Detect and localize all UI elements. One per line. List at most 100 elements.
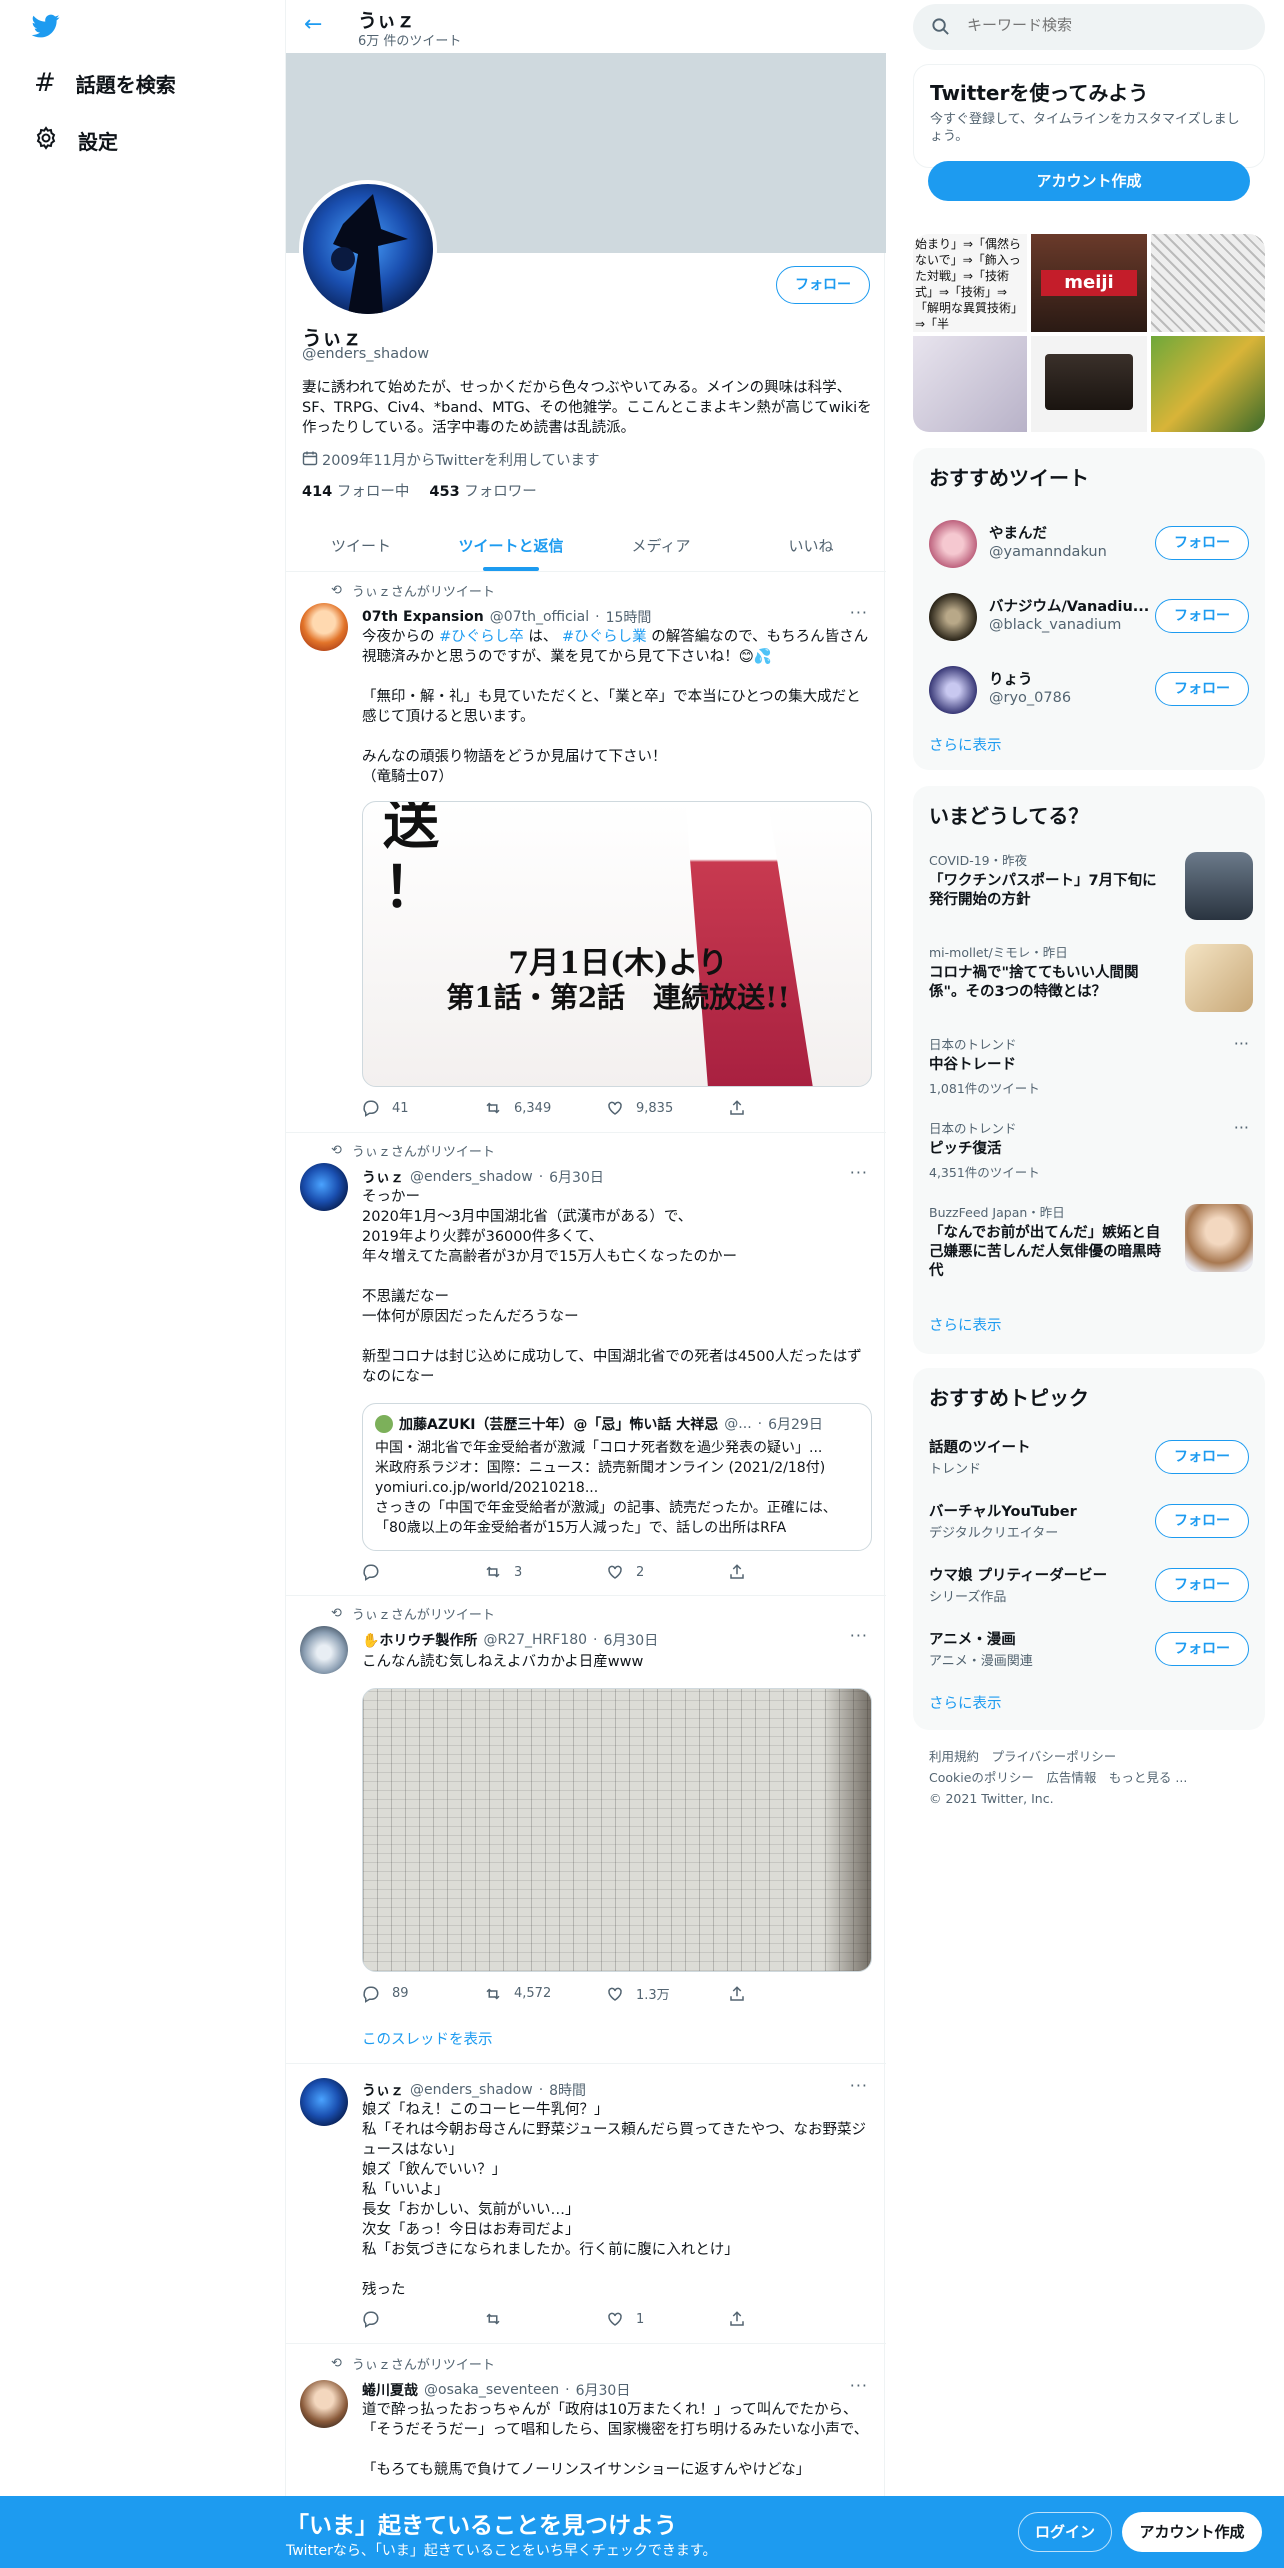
media-thumb[interactable]: meiji — [1031, 234, 1147, 332]
more-icon[interactable]: ··· — [850, 2376, 868, 2395]
trend-item[interactable]: BuzzFeed Japan・昨日 「なんでお前が出てんだ」嫉妬と自己嫌悪に苦し… — [929, 1202, 1253, 1281]
topic-item[interactable]: アニメ・漫画 アニメ・漫画関連 フォロー — [913, 1618, 1265, 1682]
follow-button[interactable]: フォロー — [1155, 1568, 1249, 1602]
search-input[interactable] — [967, 16, 1247, 34]
hashtag-link[interactable]: #ひぐらし卒 — [439, 629, 524, 645]
retweet-button[interactable]: 4,572 — [484, 1984, 606, 2003]
follow-button[interactable]: フォロー — [1155, 1504, 1249, 1538]
topic-item[interactable]: 話題のツイート トレンド フォロー — [913, 1426, 1265, 1490]
recommend-user[interactable]: りょう @ryo_0786 フォロー — [913, 654, 1265, 727]
tab-media[interactable]: メディア — [586, 520, 736, 571]
more-icon[interactable]: ··· — [850, 1163, 868, 1182]
heart-icon — [608, 1101, 622, 1115]
follow-button[interactable]: フォロー — [776, 266, 870, 304]
tweet-image[interactable] — [362, 1688, 872, 1972]
profile-avatar[interactable] — [299, 180, 437, 318]
topic-item[interactable]: バーチャルYouTuber デジタルクリエイター フォロー — [913, 1490, 1265, 1554]
show-more-link[interactable]: さらに表示 — [929, 1314, 1002, 1335]
tweet[interactable]: ⟲ うぃｚさんがリツイート うぃｚ @enders_shadow · 6月30日 ···… — [286, 1133, 886, 1596]
trend-item[interactable]: 日本のトレンド 中谷トレード 1,081件のツイート ··· — [929, 1034, 1249, 1097]
reply-icon — [363, 1564, 379, 1581]
share-button[interactable] — [728, 1984, 850, 2003]
trend-title: ピッチ復活 — [929, 1141, 1002, 1157]
tweet-actions: 41 6,349 9,835 — [362, 1099, 850, 1117]
followers-link[interactable]: 453 フォロワー — [429, 480, 536, 501]
footer-links[interactable]: 利用規約 プライバシーポリシー — [929, 1746, 1187, 1767]
search-box[interactable] — [913, 4, 1265, 50]
retweet-context: ⟲ うぃｚさんがリツイート — [331, 1143, 495, 1160]
reply-button[interactable] — [362, 2310, 484, 2328]
media-thumb[interactable] — [913, 336, 1027, 432]
more-icon[interactable]: ··· — [1234, 1118, 1249, 1137]
more-icon[interactable]: ··· — [850, 1626, 868, 1645]
trend-item[interactable]: mi-mollet/ミモレ・昨日 コロナ禍で"捨ててもいい人間関係"。その3つの… — [929, 942, 1253, 1012]
hashtag-link[interactable]: #ひぐらし業 — [562, 629, 647, 645]
back-arrow-icon[interactable]: ← — [304, 12, 322, 37]
follow-button[interactable]: フォロー — [1155, 1632, 1249, 1666]
footer-links[interactable]: Cookieのポリシー 広告情報 もっと見る ... — [929, 1767, 1187, 1788]
like-button[interactable]: 9,835 — [606, 1099, 728, 1117]
retweet-button[interactable]: 3 — [484, 1563, 606, 1581]
reply-button[interactable]: 41 — [362, 1099, 484, 1117]
recommend-user[interactable]: やまんだ @yamanndakun フォロー — [913, 508, 1265, 581]
media-thumb[interactable] — [1031, 336, 1147, 432]
twitter-logo-icon[interactable] — [30, 12, 62, 44]
retweet-icon: ⟲ — [331, 583, 342, 598]
bottom-signup-bar: 「いま」起きていることを見つけよう Twitterなら、「いま」起きていることを… — [0, 2496, 1284, 2568]
avatar[interactable] — [300, 603, 348, 651]
avatar[interactable] — [300, 2380, 348, 2428]
media-thumb[interactable]: 始まり」⇒「偶然らないで」⇒「飾入った対戦」⇒「技術式」⇒「技術」⇒「解明な異質… — [913, 234, 1027, 332]
quote-avatar — [375, 1415, 393, 1433]
joined-text: 2009年11月からTwitterを利用しています — [322, 453, 600, 469]
share-button[interactable] — [728, 1563, 850, 1581]
follow-button[interactable]: フォロー — [1155, 672, 1249, 706]
login-button[interactable]: ログイン — [1018, 2512, 1112, 2552]
follow-button[interactable]: フォロー — [1155, 526, 1249, 560]
share-button[interactable] — [728, 1099, 850, 1117]
retweet-icon: ⟲ — [331, 1143, 342, 1158]
quoted-tweet[interactable]: 加藤AZUKI（芸歴三十年）@「忌」怖い話 大祥忌 @... · 6月29日 中国・湖… — [362, 1403, 872, 1551]
show-more-link[interactable]: さらに表示 — [929, 734, 1002, 755]
media-thumb[interactable] — [1151, 234, 1265, 332]
like-button[interactable]: 1.3万 — [606, 1984, 728, 2003]
trend-item[interactable]: COVID-19・昨夜 「ワクチンパスポート」7月下旬に発行開始の方針 — [929, 850, 1253, 920]
trend-item[interactable]: 日本のトレンド ピッチ復活 4,351件のツイート ··· — [929, 1118, 1249, 1181]
signup-bottom-button[interactable]: アカウント作成 — [1122, 2512, 1262, 2552]
avatar[interactable] — [300, 1163, 348, 1211]
tab-likes[interactable]: いいね — [736, 520, 886, 571]
retweet-icon: ⟲ — [331, 1606, 342, 1621]
more-icon[interactable]: ··· — [850, 2076, 868, 2095]
tweet[interactable]: うぃｚ @enders_shadow · 8時間 ··· 娘ズ「ねえ！このコーヒー牛乳… — [286, 2064, 886, 2344]
topic-item[interactable]: ウマ娘 プリティーダービー シリーズ作品 フォロー — [913, 1554, 1265, 1618]
media-thumb[interactable] — [1151, 336, 1265, 432]
tweet-image[interactable]: 送 ！ 7月1日(木)より 第1話・第2話 連続放送!! — [362, 801, 872, 1087]
like-button[interactable]: 2 — [606, 1563, 728, 1581]
following-link[interactable]: 414 フォロー中 — [302, 480, 409, 501]
signup-title: Twitterを使ってみよう — [930, 81, 1149, 105]
show-more-link[interactable]: さらに表示 — [929, 1692, 1002, 1713]
trends-card: いまどうしてる？ COVID-19・昨夜 「ワクチンパスポート」7月下旬に発行開… — [913, 786, 1265, 1354]
avatar[interactable] — [300, 2078, 348, 2126]
tweet[interactable]: ⟲ うぃｚさんがリツイート ✋ホリウチ製作所 @R27_HRF180 · 6月30日 ·… — [286, 1596, 886, 2064]
avatar[interactable] — [300, 1626, 348, 1674]
like-button[interactable]: 1 — [606, 2310, 728, 2328]
reply-button[interactable] — [362, 1563, 484, 1581]
follow-button[interactable]: フォロー — [1155, 599, 1249, 633]
follow-button[interactable]: フォロー — [1155, 1440, 1249, 1474]
share-button[interactable] — [728, 2310, 850, 2328]
tweet[interactable]: ⟲ うぃｚさんがリツイート 07th Expansion @07th_officia… — [286, 573, 886, 1133]
retweet-button[interactable]: 6,349 — [484, 1099, 606, 1117]
nav-settings[interactable]: 設定 — [34, 126, 118, 155]
profile-tabs: ツイート ツイートと返信 メディア いいね — [286, 520, 886, 572]
show-thread-link[interactable]: このスレッドを表示 — [362, 2028, 493, 2049]
tab-tweets[interactable]: ツイート — [286, 520, 436, 571]
who-to-follow-card: おすすめツイート やまんだ @yamanndakun フォロー バナジウム/Va… — [913, 448, 1265, 770]
tab-tweets-replies[interactable]: ツイートと返信 — [436, 520, 586, 571]
recommend-user[interactable]: バナジウム/Vanadiu... @black_vanadium フォロー — [913, 581, 1265, 654]
more-icon[interactable]: ··· — [850, 603, 868, 622]
signup-button[interactable]: アカウント作成 — [928, 161, 1250, 201]
retweet-button[interactable] — [484, 2310, 606, 2328]
more-icon[interactable]: ··· — [1234, 1034, 1249, 1053]
nav-explore[interactable]: # 話題を検索 — [34, 68, 176, 98]
reply-button[interactable]: 89 — [362, 1984, 484, 2003]
